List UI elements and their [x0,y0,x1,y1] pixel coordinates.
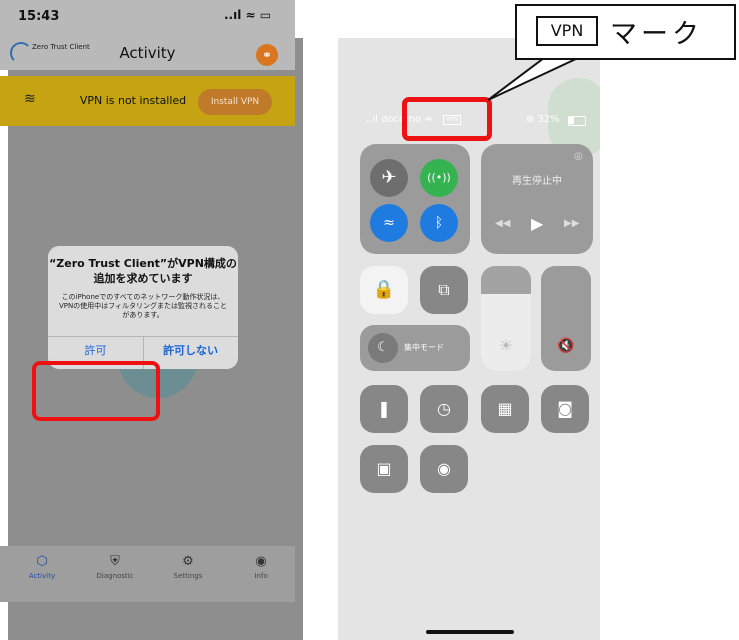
callout-text: マーク [610,19,703,50]
callout-vpn-tag: VPN [536,16,598,46]
callout-pointer [487,57,579,101]
